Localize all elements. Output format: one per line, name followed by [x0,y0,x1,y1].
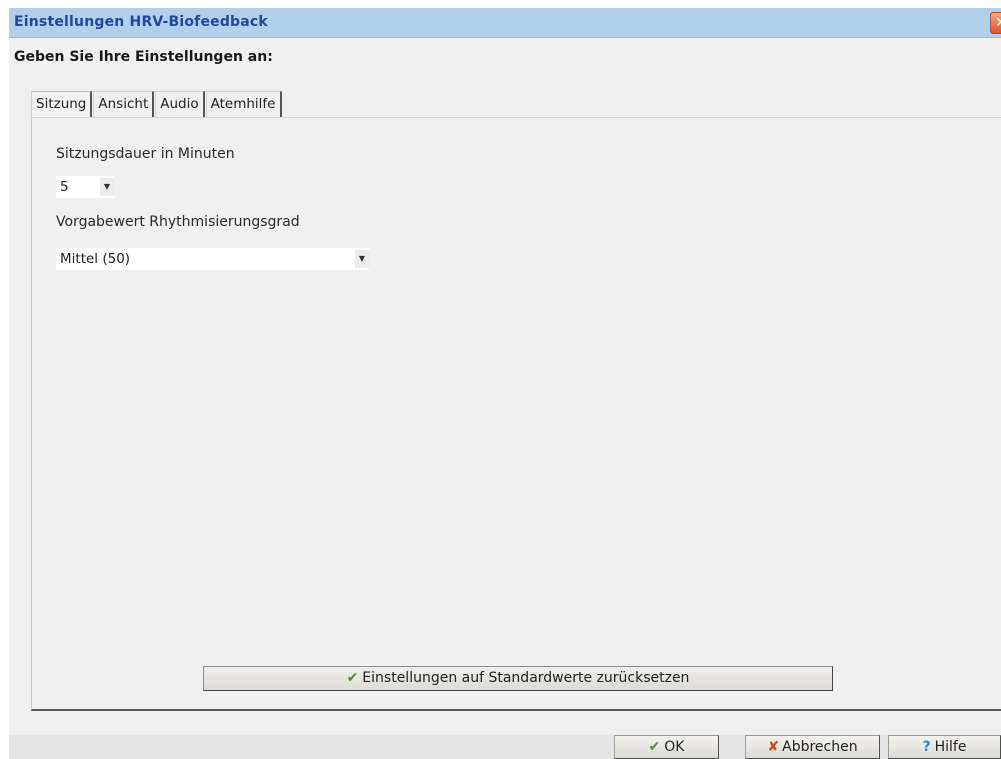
close-button[interactable]: ✕ [990,12,1001,34]
ok-button[interactable]: ✔ OK [614,735,719,759]
title-bar[interactable]: Einstellungen HRV-Biofeedback ✕ [9,8,1001,38]
dialog-subtitle: Geben Sie Ihre Einstellungen an: [14,49,273,65]
checkmark-icon: ✔ [648,739,661,755]
tab-atemhilfe[interactable]: Atemhilfe [205,91,282,118]
help-button[interactable]: ? Hilfe [888,735,1001,759]
checkmark-icon: ✔ [346,670,359,686]
rhythm-label: Vorgabewert Rhythmisierungsgrad [56,214,300,230]
chevron-down-icon[interactable]: ▼ [355,250,369,268]
cancel-label: Abbrechen [782,739,858,755]
duration-value: 5 [60,179,69,195]
settings-dialog: Einstellungen HRV-Biofeedback ✕ Geben Si… [9,8,1001,759]
cancel-button[interactable]: ✘ Abbrechen [745,735,880,759]
chevron-down-icon[interactable]: ▼ [100,178,114,196]
tab-sitzung[interactable]: Sitzung [31,91,93,118]
cross-icon: ✘ [767,739,780,755]
duration-select[interactable]: 5 ▼ [56,176,114,198]
reset-defaults-button[interactable]: ✔ Einstellungen auf Standardwerte zurücks… [203,666,833,691]
rhythm-value: Mittel (50) [60,251,131,267]
tab-panel-sitzung: Sitzungsdauer in Minuten 5 ▼ Vorgabewert… [31,117,1001,711]
close-icon: ✕ [995,15,1001,31]
ok-label: OK [664,739,685,755]
duration-label: Sitzungsdauer in Minuten [56,146,235,162]
tab-audio[interactable]: Audio [155,91,205,118]
help-label: Hilfe [934,739,967,755]
tab-ansicht[interactable]: Ansicht [93,91,155,118]
window-title: Einstellungen HRV-Biofeedback [14,14,268,30]
question-icon: ? [922,739,931,755]
reset-defaults-label: Einstellungen auf Standardwerte zurückse… [362,670,690,686]
tab-bar: Sitzung Ansicht Audio Atemhilfe [31,91,283,118]
rhythm-select[interactable]: Mittel (50) ▼ [56,248,369,270]
